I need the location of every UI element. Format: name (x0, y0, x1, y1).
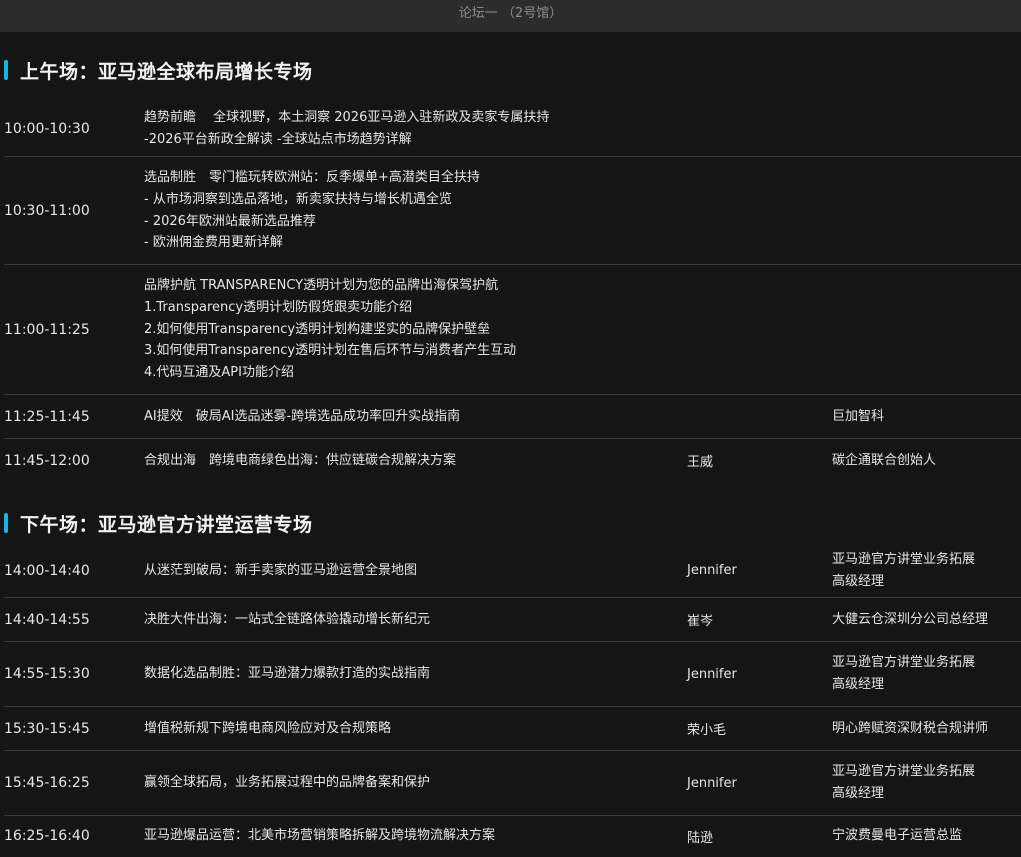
schedule-row: 11:45-12:00 合规出海 跨境电商绿色出海：供应链碳合规解决方案 王威 碳企通… (0, 439, 1021, 483)
schedule-row: 16:25-16:40 亚马逊爆品运营：北美市场营销策略拆解及跨境物流解决方案 陆逊… (0, 816, 1021, 857)
topic-line: 选品制胜 零门槛玩转欧洲站：反季爆单+高潜类目全扶持 (144, 170, 480, 186)
session-topic: 从迷茫到破局：新手卖家的亚马逊运营全景地图 (144, 544, 674, 597)
speaker-name: 王威 (687, 455, 714, 470)
session-time: 14:00-14:40 (4, 562, 90, 579)
speaker-title: 明心跨赋资深财税合规讲师 (832, 707, 1017, 750)
session-time: 14:55-15:30 (4, 666, 90, 682)
session-topic: AI提效 破局AI选品迷雾-跨境选品成功率回升实战指南 (144, 395, 674, 438)
speaker-title-line: 巨加智科 (832, 408, 885, 424)
topic-line: -2026平台新政全解读 -全球站点市场趋势详解 (144, 132, 412, 147)
speaker-title: 亚马逊官方讲堂业务拓展 高级经理 (832, 751, 1017, 815)
speaker-title-line: 高级经理 (832, 573, 885, 589)
schedule-row: 11:00-11:25 品牌护航 TRANSPARENCY透明计划为您的品牌出海保… (0, 265, 1021, 395)
topic-line: 数据化选品制胜：亚马逊潜力爆款打造的实战指南 (144, 666, 431, 682)
speaker-title-line: 碳企通联合创始人 (832, 452, 937, 468)
session-time: 15:45-16:25 (4, 775, 90, 791)
speaker-name: Jennifer (687, 666, 737, 682)
schedule-row: 11:25-11:45 AI提效 破局AI选品迷雾-跨境选品成功率回升实战指南 巨加… (0, 395, 1021, 439)
session-topic: 赢领全球拓局，业务拓展过程中的品牌备案和保护 (144, 751, 674, 815)
speaker-title-line: 高级经理 (832, 677, 885, 692)
session-time: 11:00-11:25 (4, 321, 90, 338)
speaker-name: 崔岑 (687, 614, 714, 629)
afternoon-title-text: 下午场：亚马逊官方讲堂运营专场 (20, 513, 313, 536)
speaker-title: 碳企通联合创始人 (832, 439, 1017, 482)
session-topic: 选品制胜 零门槛玩转欧洲站：反季爆单+高潜类目全扶持 - 从市场洞察到选品落地，新… (144, 157, 674, 264)
speaker-name (687, 157, 817, 264)
speaker-title-line: 明心跨赋资深财税合规讲师 (832, 720, 989, 736)
schedule-row: 14:00-14:40 从迷茫到破局：新手卖家的亚马逊运营全景地图 Jennifer… (0, 544, 1021, 598)
topic-line: - 欧洲佣金费用更新详解 (144, 235, 283, 251)
session-topic: 决胜大件出海：一站式全链路体验撬动增长新纪元 (144, 598, 674, 641)
topic-line: - 2026年欧洲站最新选品推荐 (144, 213, 316, 229)
topic-line: 亚马逊爆品运营：北美市场营销策略拆解及跨境物流解决方案 (144, 828, 496, 844)
session-time: 11:45-12:00 (4, 452, 90, 469)
topic-line: 从迷茫到破局：新手卖家的亚马逊运营全景地图 (144, 562, 418, 578)
topic-line: 2.如何使用Transparency透明计划构建坚实的品牌保护壁垒 (144, 321, 491, 337)
afternoon-section-title: 下午场：亚马逊官方讲堂运营专场 (4, 511, 313, 536)
session-topic: 增值税新规下跨境电商风险应对及合规策略 (144, 707, 674, 750)
schedule-row: 14:55-15:30 数据化选品制胜：亚马逊潜力爆款打造的实战指南 Jennife… (0, 642, 1021, 707)
topic-line: 决胜大件出海：一站式全链路体验撬动增长新纪元 (144, 611, 431, 627)
speaker-name: Jennifer (687, 775, 737, 791)
schedule-row: 15:45-16:25 赢领全球拓局，业务拓展过程中的品牌备案和保护 Jennife… (0, 751, 1021, 816)
schedule-row: 14:40-14:55 决胜大件出海：一站式全链路体验撬动增长新纪元 崔岑 大健云仓深… (0, 598, 1021, 642)
speaker-title (832, 102, 1017, 156)
speaker-name (687, 395, 817, 438)
topic-line: 3.如何使用Transparency透明计划在售后环节与消费者产生互动 (144, 343, 517, 359)
speaker-name: 陆逊 (687, 830, 714, 846)
morning-title-text: 上午场：亚马逊全球布局增长专场 (20, 60, 313, 83)
section-accent-bar (4, 513, 8, 533)
topic-line: 品牌护航 TRANSPARENCY透明计划为您的品牌出海保驾护航 (144, 278, 499, 294)
speaker-name: Jennifer (687, 563, 737, 578)
topic-line: 增值税新规下跨境电商风险应对及合规策略 (144, 720, 392, 736)
section-accent-bar (4, 60, 8, 80)
speaker-title-line: 亚马逊官方讲堂业务拓展 (832, 655, 976, 671)
speaker-title-line: 高级经理 (832, 786, 885, 801)
session-topic: 趋势前瞻 全球视野，本土洞察 2026亚马逊入驻新政及卖家专属扶持 -2026平台… (144, 102, 674, 156)
topic-line: - 从市场洞察到选品落地，新卖家扶持与增长机遇全览 (144, 191, 452, 207)
schedule-row: 10:00-10:30 趋势前瞻 全球视野，本土洞察 2026亚马逊入驻新政及卖家… (0, 102, 1021, 157)
session-topic: 合规出海 跨境电商绿色出海：供应链碳合规解决方案 (144, 439, 674, 482)
speaker-title (832, 157, 1017, 264)
session-time: 11:25-11:45 (4, 408, 90, 425)
speaker-title: 亚马逊官方讲堂业务拓展 高级经理 (832, 642, 1017, 706)
schedule-row: 10:30-11:00 选品制胜 零门槛玩转欧洲站：反季爆单+高潜类目全扶持 - 从… (0, 157, 1021, 265)
session-topic: 数据化选品制胜：亚马逊潜力爆款打造的实战指南 (144, 642, 674, 706)
speaker-name: 荣小毛 (687, 723, 727, 738)
topic-line: 4.代码互通及API功能介绍 (144, 365, 294, 381)
speaker-title: 大健云仓深圳分公司总经理 (832, 598, 1017, 641)
speaker-title-line: 大健云仓深圳分公司总经理 (832, 611, 989, 627)
session-time: 10:30-11:00 (4, 202, 90, 219)
topic-line: 趋势前瞻 全球视野，本土洞察 2026亚马逊入驻新政及卖家专属扶持 (144, 110, 550, 126)
topic-line: 合规出海 跨境电商绿色出海：供应链碳合规解决方案 (144, 452, 457, 468)
session-time: 10:00-10:30 (4, 121, 90, 137)
session-topic: 品牌护航 TRANSPARENCY透明计划为您的品牌出海保驾护航 1.Transp… (144, 265, 674, 394)
speaker-title: 宁波费曼电子运营总监 (832, 816, 1017, 856)
speaker-name (687, 102, 817, 156)
session-time: 14:40-14:55 (4, 611, 90, 628)
speaker-title-line: 宁波费曼电子运营总监 (832, 828, 963, 844)
speaker-title-line: 亚马逊官方讲堂业务拓展 (832, 764, 976, 780)
topic-line: AI提效 破局AI选品迷雾-跨境选品成功率回升实战指南 (144, 408, 461, 424)
speaker-title-line: 亚马逊官方讲堂业务拓展 (832, 551, 976, 567)
speaker-title (832, 265, 1017, 394)
session-time: 16:25-16:40 (4, 828, 90, 844)
speaker-title: 巨加智科 (832, 395, 1017, 438)
morning-section-title: 上午场：亚马逊全球布局增长专场 (4, 58, 313, 83)
topic-line: 1.Transparency透明计划防假货跟卖功能介绍 (144, 299, 413, 315)
session-topic: 亚马逊爆品运营：北美市场营销策略拆解及跨境物流解决方案 (144, 816, 674, 856)
topic-line: 赢领全球拓局，业务拓展过程中的品牌备案和保护 (144, 775, 431, 791)
schedule-row: 15:30-15:45 增值税新规下跨境电商风险应对及合规策略 荣小毛 明心跨赋资深财… (0, 707, 1021, 751)
speaker-name (687, 265, 817, 394)
session-time: 15:30-15:45 (4, 720, 90, 737)
forum-header: 论坛一 （2号馆） (0, 0, 1021, 32)
speaker-title: 亚马逊官方讲堂业务拓展 高级经理 (832, 544, 1017, 597)
